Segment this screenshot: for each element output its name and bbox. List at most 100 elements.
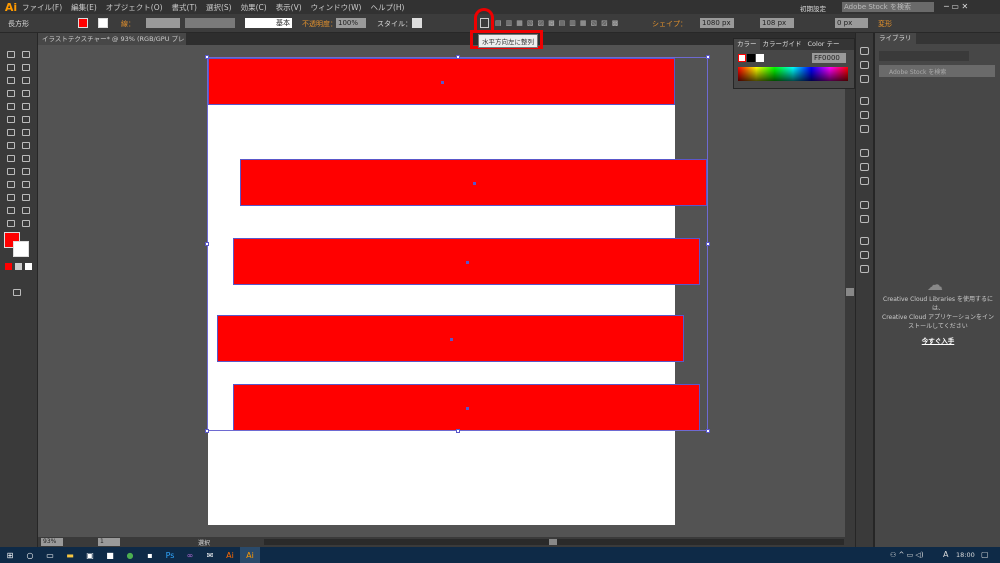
zoom-field[interactable]: 93% xyxy=(41,538,63,546)
stroke-icon[interactable] xyxy=(860,149,869,157)
stroke-label[interactable]: 線： xyxy=(121,19,135,29)
transform-label[interactable]: 変形 xyxy=(878,19,892,29)
stroke-weight-field[interactable] xyxy=(146,18,180,28)
menu-effect[interactable]: 効果(C) xyxy=(241,2,267,13)
clock[interactable]: 18:00 xyxy=(956,551,975,559)
variable-width-field[interactable] xyxy=(185,18,235,28)
mail-icon[interactable]: ✉ xyxy=(200,547,220,563)
gradient-mode-button[interactable] xyxy=(15,263,22,270)
shape-label[interactable]: シェイプ： xyxy=(652,19,687,29)
artboard-tool-icon[interactable] xyxy=(7,207,15,214)
workspace-switcher[interactable]: 初期設定 xyxy=(800,3,826,13)
fill-swatch[interactable] xyxy=(78,18,88,28)
screen-mode-icon[interactable] xyxy=(13,289,21,296)
magic-wand-tool-icon[interactable] xyxy=(7,64,15,71)
document-tab[interactable]: イラストテクスチャー* @ 93% (RGB/GPU プレビュー) ✕ xyxy=(38,33,186,55)
app-icon[interactable]: ■ xyxy=(100,547,120,563)
width-field[interactable]: 1080 px xyxy=(700,18,734,28)
menu-help[interactable]: ヘルプ(H) xyxy=(370,2,404,13)
eraser-tool-icon[interactable] xyxy=(22,116,30,123)
blend-tool-icon[interactable] xyxy=(22,181,30,188)
scale-tool-icon[interactable] xyxy=(22,129,30,136)
graphic-styles-icon[interactable] xyxy=(860,75,869,83)
layers-icon[interactable] xyxy=(860,251,869,259)
tab-color-themes[interactable]: Color テー xyxy=(805,39,843,50)
lasso-tool-icon[interactable] xyxy=(22,64,30,71)
opacity-field[interactable]: 100% xyxy=(336,18,366,28)
transform-icon[interactable] xyxy=(860,215,869,223)
color-mode-button[interactable] xyxy=(5,263,12,270)
gradient-icon[interactable] xyxy=(860,61,869,69)
export-icon[interactable] xyxy=(860,237,869,245)
pathfinder-icon[interactable] xyxy=(860,201,869,209)
eyedropper-tool-icon[interactable] xyxy=(7,181,15,188)
install-link[interactable]: 今すぐ入手 xyxy=(915,335,961,345)
slice-tool-icon[interactable] xyxy=(22,207,30,214)
window-controls[interactable]: ─ ▭ ✕ xyxy=(944,2,968,11)
transparency-icon[interactable] xyxy=(860,163,869,171)
white-swatch[interactable] xyxy=(756,54,764,62)
symbol-sprayer-tool-icon[interactable] xyxy=(7,194,15,201)
selection-bounding-box[interactable] xyxy=(205,55,710,433)
illustrator-icon[interactable]: Ai xyxy=(220,547,240,563)
stroke-color-box[interactable] xyxy=(13,241,29,257)
stock-search-input[interactable]: Adobe Stock を検索 xyxy=(842,2,934,12)
shaper-tool-icon[interactable] xyxy=(7,116,15,123)
hand-tool-icon[interactable] xyxy=(7,220,15,227)
stroke-swatch[interactable] xyxy=(98,18,108,28)
menu-select[interactable]: 選択(S) xyxy=(206,2,232,13)
type-tool-icon[interactable] xyxy=(7,90,15,97)
align-icons[interactable]: ▤▥▦▧▨▩▤▥▦▧▨▩ xyxy=(495,19,622,27)
explorer-icon[interactable]: ▬ xyxy=(60,547,80,563)
menu-window[interactable]: ウィンドウ(W) xyxy=(311,2,362,13)
menu-type[interactable]: 書式(T) xyxy=(172,2,197,13)
direct-selection-tool-icon[interactable] xyxy=(22,51,30,58)
width-tool-icon[interactable] xyxy=(7,142,15,149)
task-view-icon[interactable]: ▭ xyxy=(40,547,60,563)
free-transform-tool-icon[interactable] xyxy=(22,142,30,149)
library-select[interactable] xyxy=(879,51,969,61)
mesh-tool-icon[interactable] xyxy=(7,168,15,175)
artboards-icon[interactable] xyxy=(860,265,869,273)
illustrator-active-icon[interactable]: Ai xyxy=(240,547,260,563)
appearance-icon[interactable] xyxy=(860,47,869,55)
menu-object[interactable]: オブジェクト(O) xyxy=(106,2,163,13)
paintbrush-tool-icon[interactable] xyxy=(22,103,30,110)
line-tool-icon[interactable] xyxy=(22,90,30,97)
curvature-tool-icon[interactable] xyxy=(22,77,30,84)
perspective-tool-icon[interactable] xyxy=(22,155,30,162)
none-mode-button[interactable] xyxy=(25,263,32,270)
tab-color[interactable]: カラー xyxy=(734,39,760,50)
horizontal-scrollbar[interactable] xyxy=(264,539,844,545)
tab-color-guide[interactable]: カラーガイド xyxy=(760,39,805,50)
scroll-thumb[interactable] xyxy=(846,288,854,296)
height-field[interactable]: 108 px xyxy=(760,18,794,28)
menu-view[interactable]: 表示(V) xyxy=(276,2,302,13)
graph-tool-icon[interactable] xyxy=(22,194,30,201)
symbols-icon[interactable] xyxy=(860,125,869,133)
rectangle-tool-icon[interactable] xyxy=(7,103,15,110)
notification-icon[interactable]: ▢ xyxy=(981,550,989,559)
shape-builder-tool-icon[interactable] xyxy=(7,155,15,162)
black-swatch[interactable] xyxy=(747,54,755,62)
gradient-tool-icon[interactable] xyxy=(22,168,30,175)
start-icon[interactable]: ⊞ xyxy=(0,547,20,563)
photoshop-icon[interactable]: Ps xyxy=(160,547,180,563)
brush-field[interactable]: 基本 xyxy=(245,18,292,28)
rotate-tool-icon[interactable] xyxy=(7,129,15,136)
pen-tool-icon[interactable] xyxy=(7,77,15,84)
canvas[interactable] xyxy=(38,45,845,537)
style-swatch[interactable] xyxy=(412,18,422,28)
menu-edit[interactable]: 編集(E) xyxy=(71,2,97,13)
selection-tool-icon[interactable] xyxy=(7,51,15,58)
tray-icons[interactable]: ⚇ ^ ▭ ◁) xyxy=(890,551,924,559)
corner-field[interactable]: 0 px xyxy=(835,18,868,28)
app2-icon[interactable]: ▪ xyxy=(140,547,160,563)
ime-indicator[interactable]: A xyxy=(943,550,948,559)
none-swatch[interactable] xyxy=(738,54,746,62)
opacity-label[interactable]: 不透明度： xyxy=(302,19,337,29)
hex-field[interactable]: FF0000 xyxy=(812,53,846,63)
visual-studio-icon[interactable]: ∞ xyxy=(180,547,200,563)
vertical-scrollbar[interactable] xyxy=(845,45,855,537)
chrome-icon[interactable]: ● xyxy=(120,547,140,563)
